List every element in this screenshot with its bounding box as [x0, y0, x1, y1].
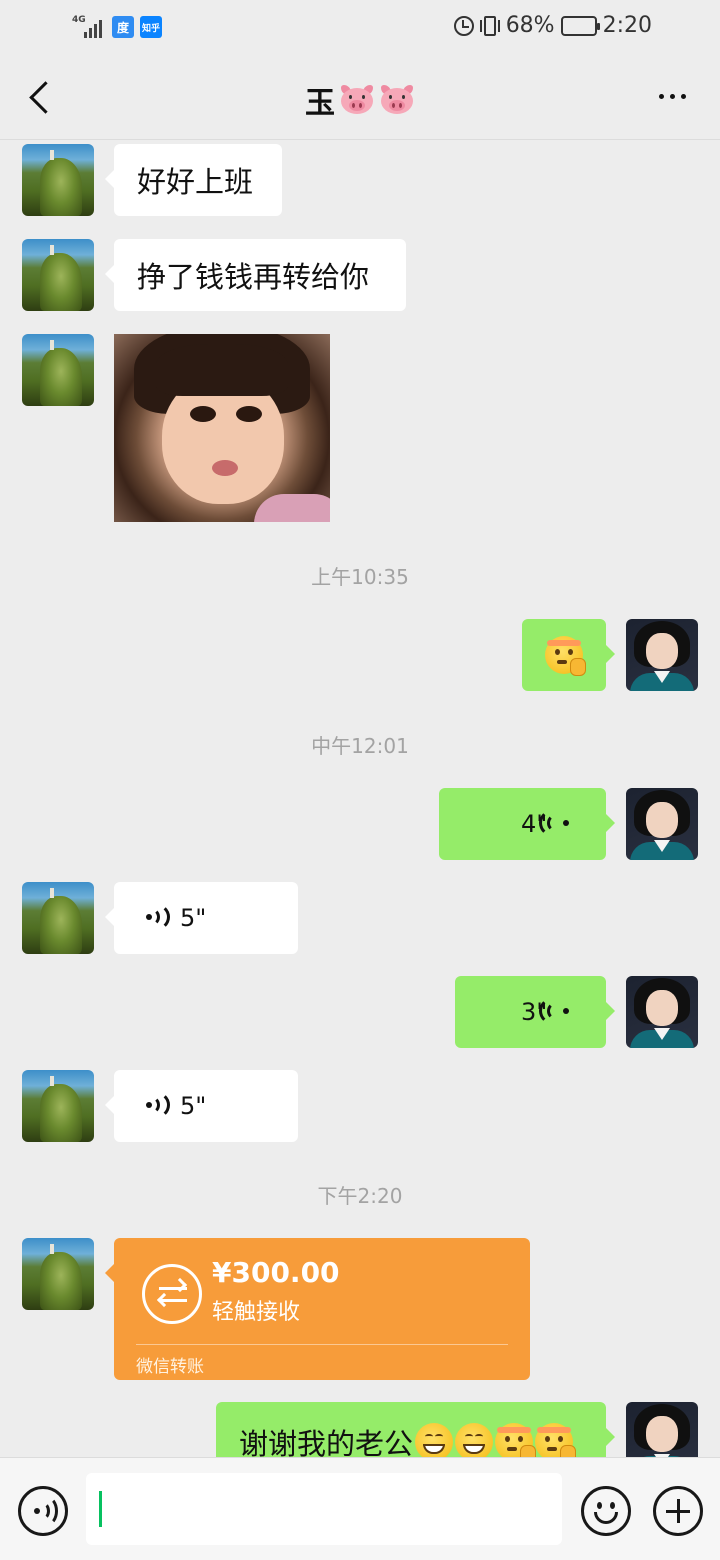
signal-icon: 4G — [72, 16, 106, 38]
battery-percent: 68% — [505, 13, 555, 38]
message-list[interactable]: 好好上班 挣了钱钱再转给你 上午10:35 中午12:01 4" 5" 3" 5… — [0, 141, 720, 1457]
voice-message-received[interactable]: 5" — [105, 882, 298, 954]
contact-avatar[interactable] — [22, 334, 94, 406]
timestamp: 下午2:20 — [317, 1184, 403, 1208]
contact-avatar[interactable] — [22, 882, 94, 954]
contact-avatar[interactable] — [22, 144, 94, 216]
alarm-icon — [453, 15, 474, 36]
message-bubble-sent[interactable]: 谢谢我的老公 — [216, 1402, 615, 1457]
voice-wave-icon — [144, 903, 170, 931]
pig-face-icon — [379, 84, 415, 116]
input-bar — [0, 1457, 720, 1560]
message-bubble-sent[interactable] — [522, 619, 615, 691]
status-left: 4G 度 知乎 — [72, 16, 162, 38]
grinning-face-icon — [455, 1423, 494, 1457]
transfer-arrows-icon — [142, 1264, 202, 1324]
voice-duration: 5" — [180, 1092, 207, 1120]
my-avatar[interactable] — [626, 976, 698, 1048]
clock: 2:20 — [602, 13, 652, 38]
my-avatar[interactable] — [626, 619, 698, 691]
voice-wave-icon — [539, 809, 577, 837]
pig-face-icon — [339, 84, 375, 116]
shushing-face-icon — [495, 1423, 537, 1457]
my-avatar[interactable] — [626, 1402, 698, 1457]
message-text: 好好上班 — [137, 165, 254, 199]
timestamp: 上午10:35 — [311, 565, 409, 589]
baidu-app-icon: 度 — [112, 16, 134, 38]
more-dots-icon[interactable] — [659, 94, 686, 99]
voice-message-sent[interactable]: 3" — [455, 976, 615, 1048]
chat-title: 玉 — [0, 78, 720, 122]
girl-pout-sticker[interactable] — [114, 334, 330, 522]
transfer-amount: ¥300.00 — [212, 1256, 340, 1289]
voice-mode-icon[interactable] — [18, 1486, 68, 1536]
voice-message-received[interactable]: 5" — [105, 1070, 298, 1142]
money-transfer-card[interactable]: ¥300.00 轻触接收 微信转账 — [105, 1238, 530, 1380]
contact-avatar[interactable] — [22, 1238, 94, 1310]
status-right: 68% 2:20 — [453, 13, 652, 38]
message-bubble-received[interactable]: 好好上班 — [105, 144, 282, 216]
my-avatar[interactable] — [626, 788, 698, 860]
message-text: 谢谢我的老公 — [239, 1427, 414, 1457]
voice-wave-icon — [539, 997, 577, 1025]
chat-header: 玉 — [0, 56, 720, 140]
text-caret — [99, 1491, 102, 1527]
shushing-face-icon — [535, 1423, 577, 1457]
zhihu-app-icon: 知乎 — [140, 16, 162, 38]
message-text: 挣了钱钱再转给你 — [137, 260, 370, 294]
divider — [136, 1344, 508, 1345]
message-bubble-received[interactable]: 挣了钱钱再转给你 — [105, 239, 406, 311]
voice-message-sent[interactable]: 4" — [439, 788, 615, 860]
voice-duration: 5" — [180, 904, 207, 932]
grinning-face-icon — [415, 1423, 454, 1457]
contact-avatar[interactable] — [22, 1070, 94, 1142]
chat-title-text: 玉 — [305, 86, 335, 121]
emoji-icon[interactable] — [581, 1486, 631, 1536]
plus-icon[interactable] — [653, 1486, 703, 1536]
shushing-face-icon — [545, 636, 586, 676]
contact-avatar[interactable] — [22, 239, 94, 311]
timestamp: 中午12:01 — [311, 734, 409, 758]
battery-icon — [560, 15, 600, 36]
transfer-hint: 轻触接收 — [212, 1300, 301, 1325]
vibrate-icon — [479, 15, 500, 36]
message-input[interactable] — [86, 1473, 562, 1545]
voice-wave-icon — [144, 1091, 170, 1119]
transfer-footer: 微信转账 — [136, 1357, 204, 1377]
status-bar: 4G 度 知乎 68% 2:20 — [0, 0, 720, 56]
